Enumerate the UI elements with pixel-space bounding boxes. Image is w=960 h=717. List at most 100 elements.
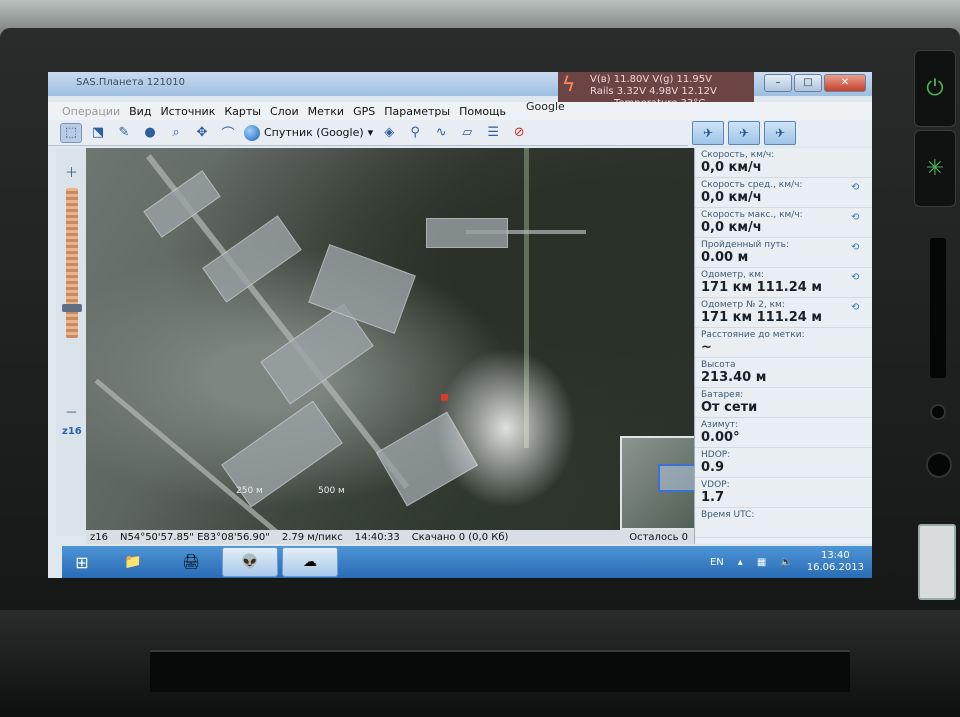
sensor-value: 0,0 км/ч <box>701 220 762 235</box>
volume-icon[interactable]: 🔈 <box>780 557 792 568</box>
reset-icon[interactable]: ⟲ <box>851 272 867 283</box>
fullscreen-icon[interactable]: ✥ <box>192 124 212 142</box>
google-label: Google <box>526 100 565 113</box>
reset-icon[interactable]: ⟲ <box>851 242 867 253</box>
sensor-odometer: Одометр, км: 171 км 111.24 м ⟲ <box>695 268 872 298</box>
path-icon[interactable]: ∿ <box>431 124 451 142</box>
mic-hole <box>930 404 946 420</box>
status-remaining: Осталось 0 <box>629 531 688 543</box>
menu-item-settings[interactable]: Параметры <box>384 105 450 118</box>
gps-center-icon[interactable]: ✈ <box>764 121 796 145</box>
audio-jack <box>926 452 952 478</box>
scale-label-left: 250 м <box>236 486 263 496</box>
gps-position-marker <box>441 394 448 401</box>
satellite-map[interactable]: 250 м 500 м <box>86 148 694 530</box>
zoom-slider[interactable]: ＋ － z16 <box>56 148 86 536</box>
menu-item-gps[interactable]: GPS <box>353 105 375 118</box>
sd-card-slot <box>930 238 946 378</box>
window-title: SAS.Планета 121010 <box>76 77 185 88</box>
printer-task-icon[interactable]: 🖨 <box>164 548 218 576</box>
sensor-azimuth: Азимут: 0.00° <box>695 418 872 448</box>
sensor-value: 0.00° <box>701 430 740 445</box>
sas-planet-task-icon[interactable]: ☁ <box>282 547 338 577</box>
tray-expand-icon[interactable]: ▴ <box>738 557 743 568</box>
sensor-vdop: VDOP: 1.7 <box>695 478 872 508</box>
satellite-dish-icon[interactable]: ⌒ <box>218 124 238 142</box>
tray-clock[interactable]: 13:40 16.06.2013 <box>807 550 864 574</box>
power-button[interactable]: ⏻ <box>914 50 956 127</box>
sensor-value: 213.40 м <box>701 370 767 385</box>
status-downloaded: Скачано 0 (0,0 Кб) <box>411 531 509 543</box>
menu-item-help[interactable]: Помощь <box>459 105 506 118</box>
usb-port <box>918 524 956 600</box>
sensor-label: Расстояние до метки: <box>701 330 805 340</box>
close-button[interactable]: ✕ <box>824 74 866 92</box>
reset-icon[interactable]: ⟲ <box>851 182 867 193</box>
map-type-icon[interactable]: ● <box>140 124 160 142</box>
maximize-button[interactable]: □ <box>794 74 822 92</box>
sensor-hdop: HDOP: 0.9 <box>695 448 872 478</box>
map-source-dropdown[interactable]: Спутник (Google) ▾ <box>244 124 373 141</box>
sensor-odometer-2: Одометр № 2, км: 171 км 111.24 м ⟲ <box>695 298 872 328</box>
menu-item-source[interactable]: Источник <box>160 105 215 118</box>
sensor-value: От сети <box>701 400 758 415</box>
polygon-icon[interactable]: ▱ <box>457 124 477 142</box>
screen-glare <box>436 348 576 508</box>
start-button[interactable]: ⊞ <box>62 547 102 577</box>
sensor-value: 0,0 км/ч <box>701 160 762 175</box>
layers-icon[interactable]: ◈ <box>379 124 399 142</box>
overview-minimap[interactable] <box>620 436 694 530</box>
sensor-label: Одометр № 2, км: <box>701 300 785 310</box>
delete-marks-icon[interactable]: ⊘ <box>509 124 529 142</box>
screen: SAS.Планета 121010 – □ ✕ ϟ V(в) 11.80V V… <box>48 72 872 578</box>
placemark-icon[interactable]: ⚲ <box>405 124 425 142</box>
gps-track-icon[interactable]: ✈ <box>728 121 760 145</box>
menu-item-view[interactable]: Вид <box>129 105 151 118</box>
reset-icon[interactable]: ⟲ <box>851 302 867 313</box>
sensor-value: 171 км 111.24 м <box>701 280 822 295</box>
sensor-label: VDOP: <box>701 480 730 490</box>
minimize-button[interactable]: – <box>764 74 792 92</box>
zoom-in-icon[interactable]: ＋ <box>65 162 78 181</box>
menu-item-layers[interactable]: Слои <box>270 105 299 118</box>
menu-item-operations[interactable]: Операции <box>62 105 120 118</box>
sensor-utc-time: Время UTC: <box>695 508 872 538</box>
alien-app-task-icon[interactable]: 👽 <box>222 547 278 577</box>
dashboard-slot <box>150 650 850 692</box>
light-button[interactable]: ✳ <box>914 130 956 207</box>
sensor-distance-to-mark: Расстояние до метки: ~ <box>695 328 872 358</box>
move-tool-icon[interactable]: ⬚ <box>60 122 82 143</box>
sensor-label: Скорость макс., км/ч: <box>701 210 803 220</box>
minimap-viewport[interactable] <box>658 464 694 492</box>
marks-list-icon[interactable]: ☰ <box>483 124 503 142</box>
zoom-track[interactable] <box>66 188 78 338</box>
sensor-panel: Скорость, км/ч: 0,0 км/ч Скорость сред.,… <box>694 148 872 544</box>
status-resolution: 2.79 м/пикс <box>281 531 343 543</box>
sensor-label: HDOP: <box>701 450 731 460</box>
menu-item-marks[interactable]: Метки <box>308 105 344 118</box>
gauge-voltage: V(в) 11.80V V(g) 11.95V <box>590 74 713 85</box>
gauge-rails: Rails 3.32V 4.98V 12.12V <box>590 86 717 97</box>
sensor-label: Высота <box>701 360 736 370</box>
zoom-out-icon[interactable]: － <box>65 402 78 421</box>
select-tool-icon[interactable]: ⬔ <box>88 124 108 142</box>
sensor-altitude: Высота 213.40 м <box>695 358 872 388</box>
gps-toolbar: ✈ ✈ ✈ <box>688 120 872 146</box>
gps-connect-icon[interactable]: ✈ <box>692 121 724 145</box>
status-bar: z16 N54°50'57.85" E83°08'56.90" 2.79 м/п… <box>86 530 694 544</box>
sensor-label: Время UTC: <box>701 510 755 520</box>
ruler-icon[interactable]: ✎ <box>114 124 134 142</box>
sensor-value: 171 км 111.24 м <box>701 310 822 325</box>
network-icon[interactable]: ▦ <box>757 557 766 568</box>
explorer-task-icon[interactable]: 📁 <box>106 548 160 576</box>
sensor-battery: Батарея: От сети <box>695 388 872 418</box>
reset-icon[interactable]: ⟲ <box>851 212 867 223</box>
menu-item-maps[interactable]: Карты <box>224 105 261 118</box>
status-time: 14:40:33 <box>354 531 400 543</box>
zoom-knob[interactable] <box>62 304 82 312</box>
sensor-value: 0,0 км/ч <box>701 190 762 205</box>
language-indicator[interactable]: EN <box>710 557 724 568</box>
search-icon[interactable]: ⌕ <box>166 124 186 142</box>
clock-time: 13:40 <box>820 550 850 561</box>
zoom-level-label: z16 <box>62 426 82 437</box>
